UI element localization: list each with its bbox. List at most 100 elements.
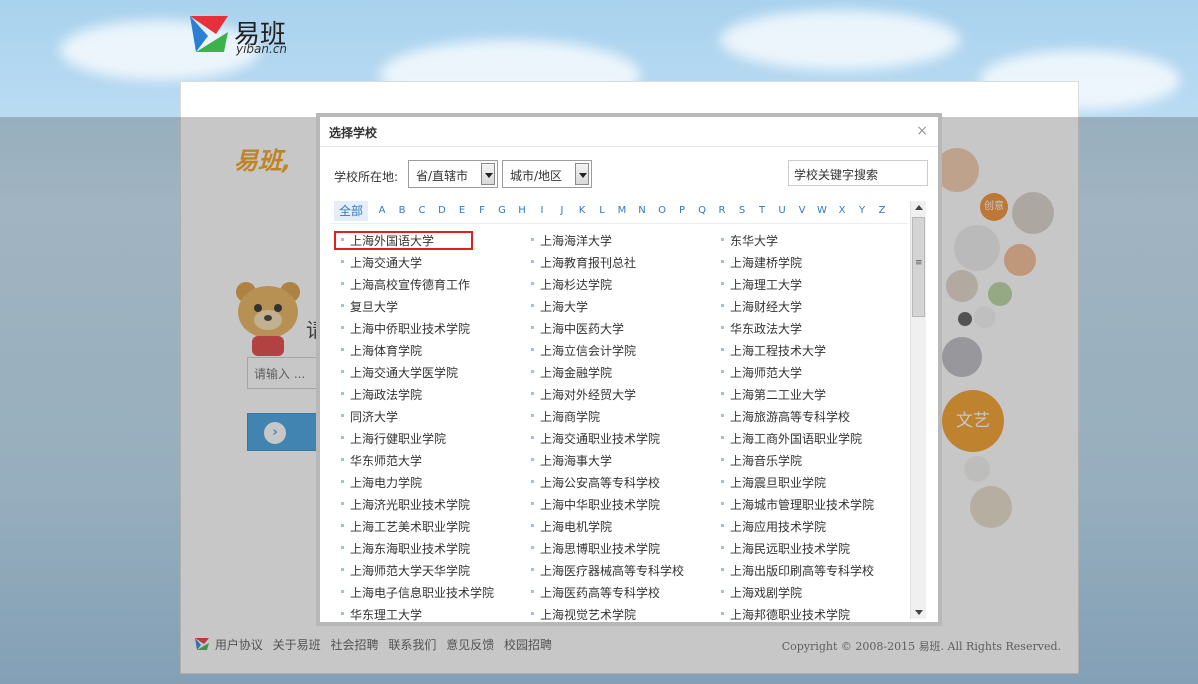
school-item[interactable]: 同济大学 [340, 408, 398, 425]
school-item[interactable]: 上海城市管理职业技术学院 [720, 496, 874, 513]
school-item[interactable]: 上海邦德职业技术学院 [720, 606, 850, 623]
school-item[interactable]: 上海中医药大学 [530, 320, 624, 337]
school-item[interactable]: 上海电机学院 [530, 518, 612, 535]
school-item[interactable]: 上海建桥学院 [720, 254, 802, 271]
school-item[interactable]: 上海财经大学 [720, 298, 802, 315]
yiban-logo-icon [190, 16, 228, 52]
close-icon[interactable]: × [916, 123, 928, 139]
letter-filter-x[interactable]: X [834, 201, 850, 221]
highlight-annotation-box [334, 231, 473, 250]
dialog-title: 选择学校 [329, 126, 378, 140]
school-item[interactable]: 上海中华职业技术学院 [530, 496, 660, 513]
school-item[interactable]: 上海震旦职业学院 [720, 474, 826, 491]
school-item[interactable]: 东华大学 [720, 232, 778, 249]
school-item[interactable]: 上海出版印刷高等专科学校 [720, 562, 874, 579]
school-item[interactable]: 华东理工大学 [340, 606, 422, 623]
school-item[interactable]: 上海交通职业技术学院 [530, 430, 660, 447]
letter-filter-z[interactable]: Z [874, 201, 890, 221]
school-item[interactable]: 上海师范大学天华学院 [340, 562, 470, 579]
scrollbar-thumb[interactable] [912, 217, 925, 317]
school-item[interactable]: 上海戏剧学院 [720, 584, 802, 601]
school-list: 上海外国语大学 上海海洋大学 东华大学 上海交通大学 上海教育报刊总社 上海建桥学院 上海高… [330, 223, 908, 623]
letter-filter-b[interactable]: B [394, 201, 410, 221]
letter-filter-i[interactable]: I [534, 201, 550, 221]
letter-filter-m[interactable]: M [614, 201, 630, 221]
school-item[interactable]: 华东政法大学 [720, 320, 802, 337]
school-item[interactable]: 上海立信会计学院 [530, 342, 636, 359]
school-item[interactable]: 上海工商外国语职业学院 [720, 430, 862, 447]
school-item[interactable]: 上海理工大学 [720, 276, 802, 293]
letter-filter-e[interactable]: E [454, 201, 470, 221]
letter-filter-k[interactable]: K [574, 201, 590, 221]
school-item[interactable]: 上海旅游高等专科学校 [720, 408, 850, 425]
letter-filter-u[interactable]: U [774, 201, 790, 221]
location-label: 学校所在地: [334, 170, 399, 184]
city-select[interactable]: 城市/地区 [502, 160, 592, 188]
school-item[interactable]: 上海济光职业技术学院 [340, 496, 470, 513]
school-item[interactable]: 上海医疗器械高等专科学校 [530, 562, 684, 579]
school-item[interactable]: 上海商学院 [530, 408, 600, 425]
city-select-value: 城市/地区 [510, 169, 563, 183]
province-select-value: 省/直辖市 [416, 169, 469, 183]
school-item[interactable]: 上海海事大学 [530, 452, 612, 469]
letter-filter-f[interactable]: F [474, 201, 490, 221]
school-search-placeholder: 学校关键字搜索 [794, 168, 879, 182]
school-item[interactable]: 上海杉达学院 [530, 276, 612, 293]
school-item[interactable]: 上海海洋大学 [530, 232, 612, 249]
school-item[interactable]: 上海音乐学院 [720, 452, 802, 469]
school-item[interactable]: 上海工程技术大学 [720, 342, 826, 359]
letter-filter-c[interactable]: C [414, 201, 430, 221]
letter-filter-j[interactable]: J [554, 201, 570, 221]
school-item[interactable]: 上海电子信息职业技术学院 [340, 584, 494, 601]
school-item[interactable]: 上海公安高等专科学校 [530, 474, 660, 491]
site-logo[interactable]: 易班 yiban.cn [188, 12, 308, 58]
letter-filter-t[interactable]: T [754, 201, 770, 221]
school-item[interactable]: 上海体育学院 [340, 342, 422, 359]
letter-filter-w[interactable]: W [814, 201, 830, 221]
letter-filter-a[interactable]: A [374, 201, 390, 221]
letter-filter-q[interactable]: Q [694, 201, 710, 221]
school-item[interactable]: 上海行健职业学院 [340, 430, 446, 447]
scroll-up-arrow-icon[interactable] [911, 201, 926, 215]
school-search-input[interactable]: 学校关键字搜索 [788, 160, 928, 186]
school-item[interactable]: 上海中侨职业技术学院 [340, 320, 470, 337]
letter-filter-d[interactable]: D [434, 201, 450, 221]
school-item[interactable]: 上海对外经贸大学 [530, 386, 636, 403]
letter-filter-s[interactable]: S [734, 201, 750, 221]
chevron-down-icon[interactable] [575, 163, 589, 185]
letter-filter-n[interactable]: N [634, 201, 650, 221]
letter-filter-all[interactable]: 全部 [334, 201, 368, 221]
school-item[interactable]: 上海交通大学 [340, 254, 422, 271]
letter-filter-h[interactable]: H [514, 201, 530, 221]
school-item[interactable]: 上海政法学院 [340, 386, 422, 403]
school-item[interactable]: 上海大学 [530, 298, 588, 315]
school-item[interactable]: 上海应用技术学院 [720, 518, 826, 535]
letter-filter-y[interactable]: Y [854, 201, 870, 221]
letter-filter-o[interactable]: O [654, 201, 670, 221]
school-item[interactable]: 上海教育报刊总社 [530, 254, 636, 271]
logo-domain-text: yiban.cn [236, 42, 288, 56]
school-item[interactable]: 上海金融学院 [530, 364, 612, 381]
school-item[interactable]: 上海思博职业技术学院 [530, 540, 660, 557]
school-item[interactable]: 上海视觉艺术学院 [530, 606, 636, 623]
school-item[interactable]: 上海医药高等专科学校 [530, 584, 660, 601]
school-item[interactable]: 复旦大学 [340, 298, 398, 315]
school-item[interactable]: 上海民远职业技术学院 [720, 540, 850, 557]
school-item[interactable]: 上海第二工业大学 [720, 386, 826, 403]
letter-filter-v[interactable]: V [794, 201, 810, 221]
letter-filter-r[interactable]: R [714, 201, 730, 221]
school-item[interactable]: 上海电力学院 [340, 474, 422, 491]
letter-filter-l[interactable]: L [594, 201, 610, 221]
school-item[interactable]: 上海师范大学 [720, 364, 802, 381]
school-item[interactable]: 上海高校宣传德育工作 [340, 276, 470, 293]
school-item[interactable]: 上海工艺美术职业学院 [340, 518, 470, 535]
scroll-down-arrow-icon[interactable] [911, 605, 926, 619]
school-item[interactable]: 上海交通大学医学院 [340, 364, 458, 381]
letter-filter-p[interactable]: P [674, 201, 690, 221]
chevron-down-icon[interactable] [481, 163, 495, 185]
school-list-scrollbar[interactable] [910, 201, 926, 619]
letter-filter-g[interactable]: G [494, 201, 510, 221]
school-item[interactable]: 华东师范大学 [340, 452, 422, 469]
province-select[interactable]: 省/直辖市 [408, 160, 498, 188]
school-item[interactable]: 上海东海职业技术学院 [340, 540, 470, 557]
